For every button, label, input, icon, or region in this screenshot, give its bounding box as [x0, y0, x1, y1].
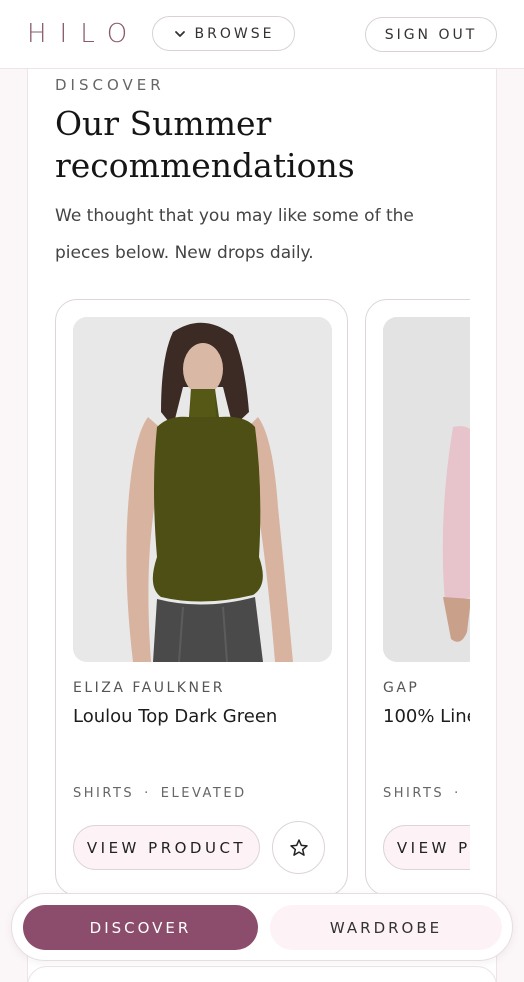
- section-eyebrow: DISCOVER: [55, 76, 165, 94]
- product-brand: ELIZA FAULKNER: [73, 680, 226, 696]
- favorite-button[interactable]: [272, 821, 325, 874]
- next-section-card: [27, 966, 497, 982]
- product-name[interactable]: Loulou Top Dark Green: [73, 706, 277, 727]
- tag-separator: ·: [454, 786, 461, 801]
- logo[interactable]: HILO: [27, 20, 140, 48]
- product-card[interactable]: ELIZA FAULKNER Loulou Top Dark Green SHI…: [55, 299, 348, 896]
- product-card[interactable]: GAP 100% Linen SHIRTS · VIEW PRODUCT: [365, 299, 470, 896]
- product-name[interactable]: 100% Linen: [383, 706, 470, 727]
- product-tags: SHIRTS · ELEVATED: [73, 786, 247, 801]
- browse-button[interactable]: BROWSE: [152, 16, 295, 51]
- product-tag: SHIRTS: [73, 786, 135, 801]
- star-icon: [289, 838, 308, 856]
- product-photo: [383, 317, 470, 662]
- view-product-button[interactable]: VIEW PRODUCT: [383, 825, 470, 870]
- product-carousel[interactable]: ELIZA FAULKNER Loulou Top Dark Green SHI…: [55, 299, 470, 899]
- tab-wardrobe[interactable]: WARDROBE: [270, 905, 502, 950]
- bottom-nav: DISCOVER WARDROBE: [11, 893, 513, 961]
- product-image[interactable]: [73, 317, 332, 662]
- sign-out-button[interactable]: SIGN OUT: [365, 17, 497, 52]
- browse-label: BROWSE: [194, 25, 275, 42]
- product-tags: SHIRTS ·: [383, 786, 470, 801]
- chevron-down-icon: [174, 30, 185, 37]
- product-tag: ELEVATED: [160, 786, 247, 801]
- top-header: HILO BROWSE SIGN OUT: [0, 0, 524, 69]
- sign-out-label: SIGN OUT: [384, 26, 478, 43]
- product-tag: SHIRTS: [383, 786, 445, 801]
- recommendations-card: DISCOVER Our Summer recommendations We t…: [27, 40, 497, 982]
- tab-discover[interactable]: DISCOVER: [23, 905, 258, 950]
- section-subtitle: We thought that you may like some of the…: [55, 206, 414, 263]
- view-product-button[interactable]: VIEW PRODUCT: [73, 825, 260, 870]
- product-image[interactable]: [383, 317, 470, 662]
- product-photo: [73, 317, 332, 662]
- product-brand: GAP: [383, 680, 420, 696]
- section-title: Our Summer recommendations: [55, 104, 355, 185]
- tag-separator: ·: [144, 786, 151, 801]
